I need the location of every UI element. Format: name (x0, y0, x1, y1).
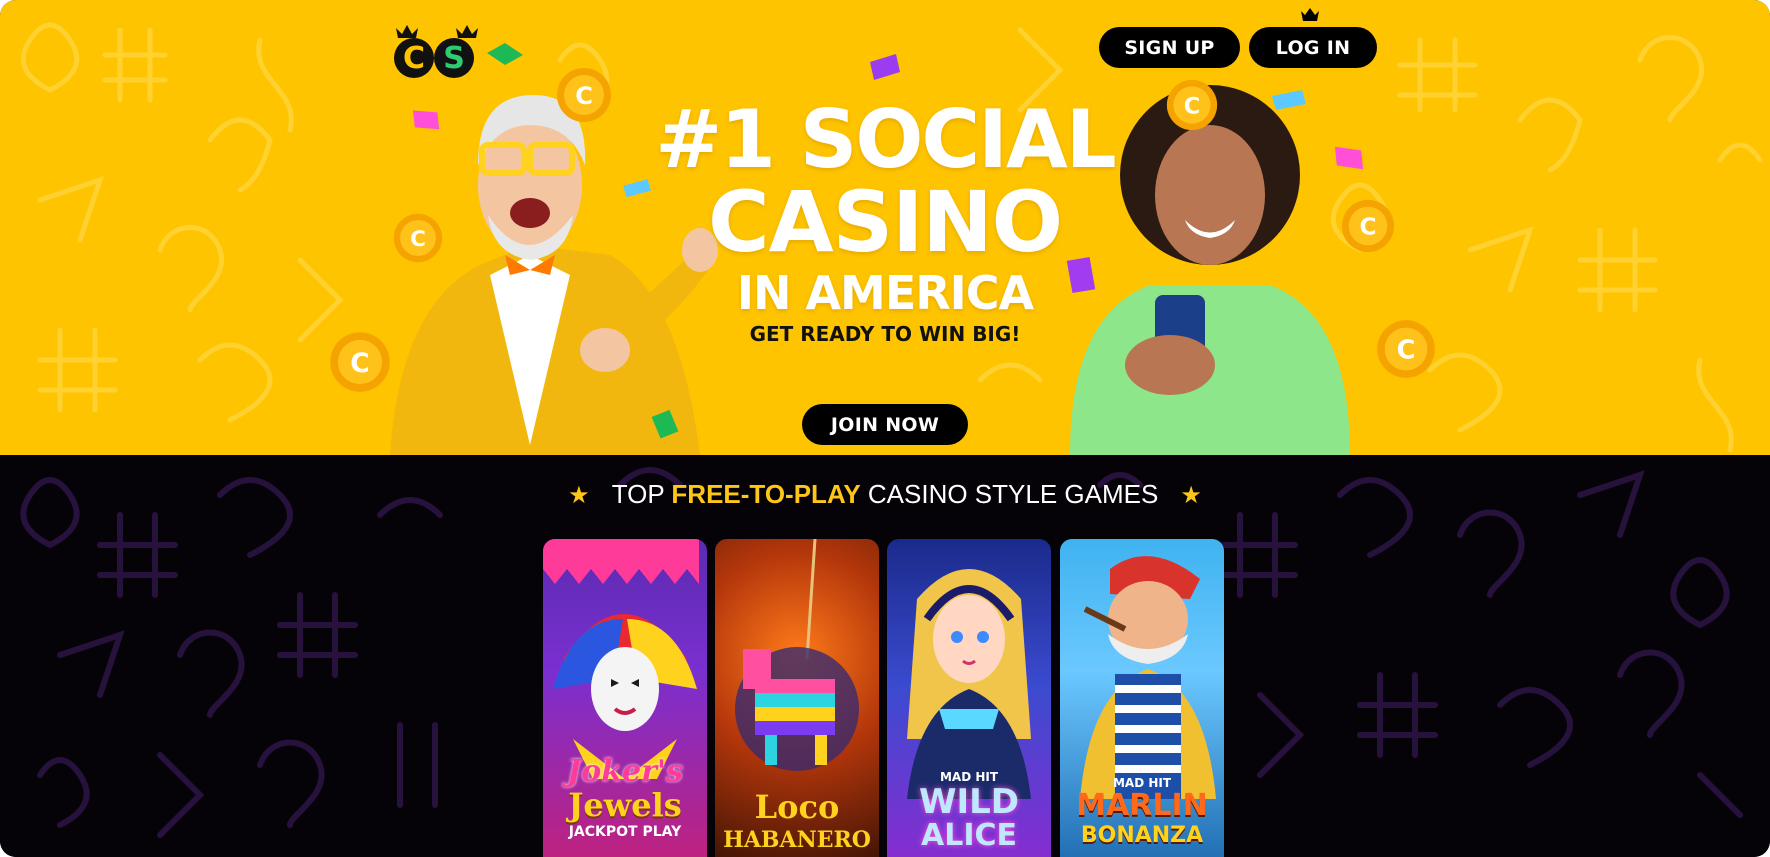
games-section-title: ★ TOP FREE-TO-PLAY CASINO STYLE GAMES ★ (0, 479, 1770, 510)
sign-up-button[interactable]: SIGN UP (1099, 27, 1240, 68)
svg-text:S: S (443, 41, 465, 76)
games-section: ★ TOP FREE-TO-PLAY CASINO STYLE GAMES ★ Jo… (0, 455, 1770, 857)
log-in-button[interactable]: LOG IN (1249, 27, 1377, 68)
card-title-line-2: HABANERO (723, 827, 871, 853)
coin-icon: C (330, 332, 390, 392)
page-frame: C S SIGN UP LOG IN C C C C C C #1 SOCIAL… (0, 0, 1770, 857)
svg-text:C: C (1184, 93, 1200, 119)
hero-headline: #1 SOCIAL CASINO IN AMERICA (600, 93, 1170, 320)
confetti-icon (651, 409, 679, 439)
title-suffix: CASINO STYLE GAMES (860, 479, 1159, 509)
game-card-jokers-jewels[interactable]: Joker's Jewels JACKPOT PLAY (543, 539, 707, 857)
card-title-line-2: ALICE (920, 818, 1017, 853)
title-prefix: TOP (611, 479, 672, 509)
game-card-marlin-bonanza[interactable]: MAD HIT MARLIN BONANZA (1060, 539, 1224, 857)
svg-text:C: C (1360, 214, 1377, 241)
coin-icon: C (393, 213, 443, 263)
game-card-wild-alice[interactable]: MAD HIT WILD ALICE (887, 539, 1051, 857)
svg-text:C: C (1397, 336, 1416, 366)
crown-icon (396, 25, 478, 38)
card-title-line-2: BONANZA (1080, 823, 1204, 848)
card-title-line-1: WILD (918, 782, 1020, 822)
card-title-line-1: Joker's (567, 754, 683, 789)
join-now-button[interactable]: JOIN NOW (802, 404, 968, 445)
headline-line-3: IN AMERICA (736, 266, 1034, 320)
card-title-line-2: Jewels (568, 786, 682, 824)
hero-banner: C S SIGN UP LOG IN C C C C C C #1 SOCIAL… (0, 0, 1770, 455)
card-title-line-1: MARLIN (1076, 788, 1208, 823)
confetti-icon (1272, 90, 1306, 110)
svg-text:C: C (403, 41, 425, 76)
star-icon: ★ (1180, 482, 1202, 509)
games-doodle-pattern (20, 467, 1743, 838)
coin-icon: C (1166, 79, 1218, 131)
confetti-icon (1334, 146, 1364, 170)
confetti-icon (870, 54, 900, 80)
hero-tagline: GET READY TO WIN BIG! (749, 322, 1021, 346)
svg-text:C: C (350, 348, 369, 379)
card-title-line-1: Loco (754, 788, 840, 826)
game-card-loco-habanero[interactable]: Loco HABANERO (715, 539, 879, 857)
coin-icon: C (1377, 320, 1435, 378)
svg-text:C: C (410, 227, 426, 252)
headline-line-2: CASINO (707, 173, 1063, 271)
title-highlight: FREE-TO-PLAY (671, 479, 861, 509)
headline-line-1: #1 SOCIAL (655, 93, 1117, 186)
star-icon: ★ (568, 482, 590, 509)
confetti-icon (412, 110, 440, 130)
card-subtitle: JACKPOT PLAY (568, 824, 682, 840)
crown-icon (1301, 8, 1319, 21)
svg-text:C: C (575, 82, 593, 110)
site-logo[interactable]: C S (392, 18, 532, 80)
coin-icon: C (1341, 199, 1395, 253)
